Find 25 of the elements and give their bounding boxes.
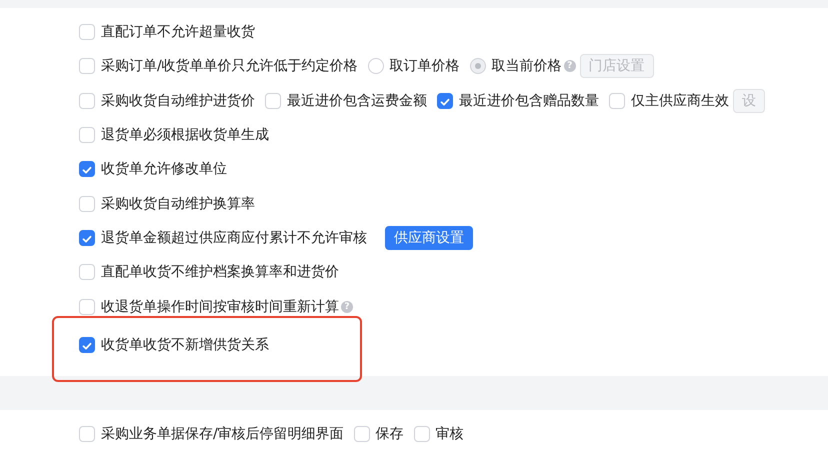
- checkbox-option[interactable]: 最近进价包含运费金额: [265, 92, 427, 110]
- checkbox[interactable]: [437, 92, 453, 109]
- checkbox-option[interactable]: 保存: [354, 425, 404, 444]
- radio-option[interactable]: 取订单价格: [368, 57, 460, 76]
- checkbox-option[interactable]: 采购业务单据保存/审核后停留明细界面: [79, 425, 344, 444]
- checkbox-option[interactable]: 退货单金额超过供应商应付累计不允许审核: [79, 228, 367, 247]
- radio-option[interactable]: 取当前价格: [470, 57, 562, 76]
- settings-button[interactable]: 供应商设置: [385, 226, 473, 250]
- checkbox[interactable]: [79, 336, 95, 353]
- checkbox-option[interactable]: 采购收货自动维护进货价: [79, 92, 255, 110]
- checkbox-option[interactable]: 最近进价包含赠品数量: [437, 92, 599, 110]
- checkbox-option[interactable]: 直配订单不允许超量收货: [79, 23, 255, 42]
- checkbox-option[interactable]: 收货单允许修改单位: [79, 160, 227, 178]
- checkbox-option[interactable]: 仅主供应商生效: [609, 92, 729, 110]
- radio-button[interactable]: [368, 58, 384, 74]
- checkbox-option[interactable]: 采购订单/收货单单价只允许低于约定价格: [79, 57, 358, 76]
- checkbox[interactable]: [79, 230, 95, 246]
- checkbox-option[interactable]: 审核: [414, 425, 464, 444]
- checkbox-option[interactable]: 退货单必须根据收货单生成: [79, 126, 269, 144]
- checkbox-option[interactable]: 直配单收货不维护档案换算率和进货价: [79, 263, 339, 282]
- checkbox-option[interactable]: 收货单收货不新增供货关系: [79, 336, 269, 354]
- checkbox[interactable]: [79, 161, 95, 178]
- checkbox-option[interactable]: 收退货单操作时间按审核时间重新计算: [79, 298, 339, 316]
- checkbox-option[interactable]: 采购收货自动维护换算率: [79, 194, 255, 213]
- radio-button[interactable]: [470, 58, 486, 74]
